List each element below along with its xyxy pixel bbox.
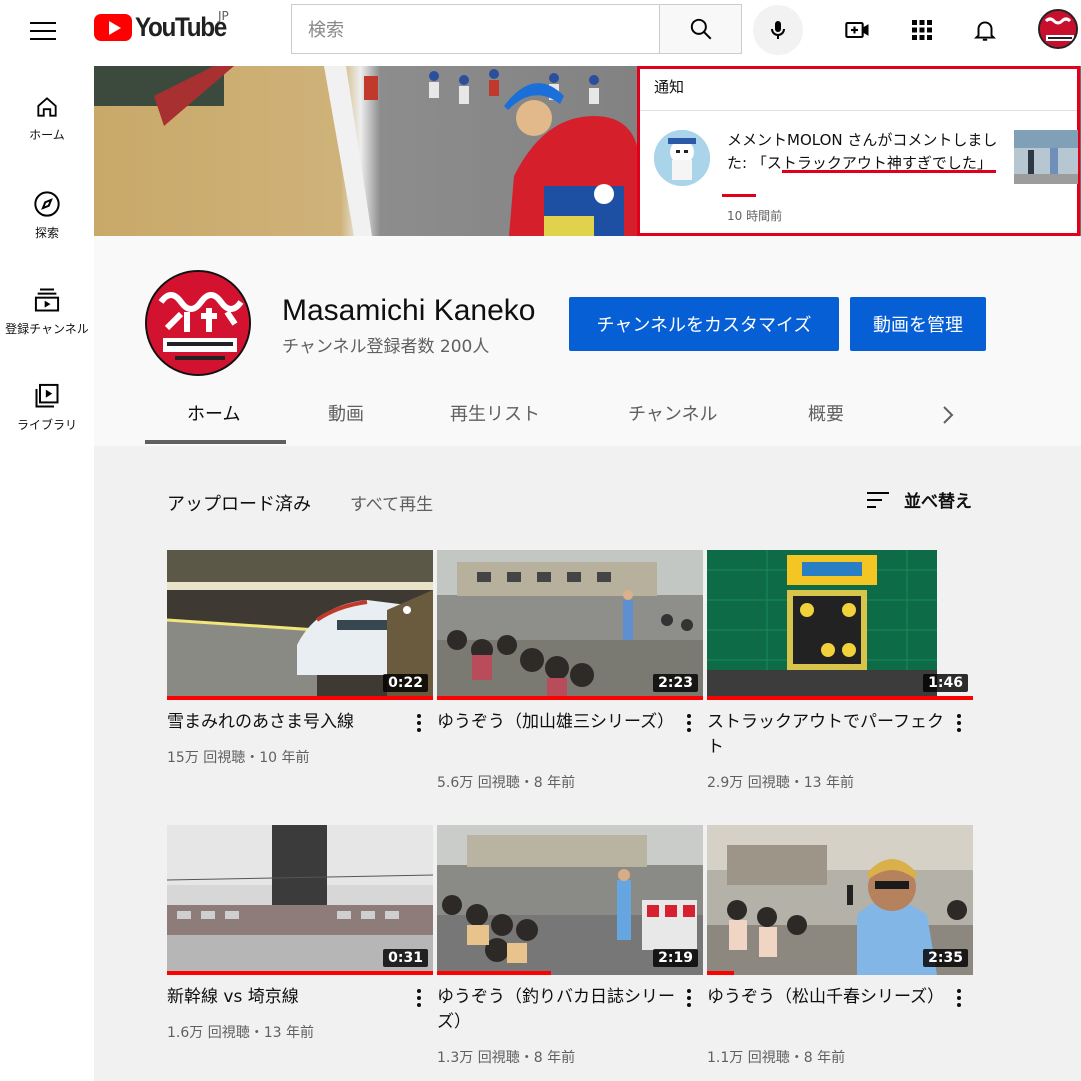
video-title[interactable]: 新幹線 vs 埼京線: [167, 985, 405, 1010]
watch-progress-bar: [167, 971, 433, 975]
top-bar: YouTube JP 検索: [0, 0, 1081, 66]
video-thumbnail[interactable]: 0:22: [167, 550, 433, 700]
search-button[interactable]: [659, 4, 742, 54]
sidebar: ホーム 探索 登録チャンネル ライブラリ: [0, 66, 94, 1081]
sidebar-item-label: ホーム: [29, 128, 65, 142]
video-thumbnail[interactable]: 2:35: [707, 825, 973, 975]
video-meta: 5.6万 回視聴・8 年前: [437, 775, 576, 791]
video-meta: 1.3万 回視聴・8 年前: [437, 1050, 576, 1066]
active-tab-indicator: [145, 440, 286, 444]
thumbnail-image: [1014, 130, 1078, 184]
logo-text: YouTube: [135, 12, 227, 42]
search-placeholder: 検索: [308, 20, 344, 41]
video-meta: 2.9万 回視聴・13 年前: [707, 775, 854, 791]
tab-videos[interactable]: 動画: [328, 400, 364, 426]
commenter-avatar[interactable]: [654, 130, 710, 186]
video-duration: 0:22: [383, 674, 428, 692]
watch-progress-bar: [437, 971, 552, 975]
notification-video-thumbnail[interactable]: [1014, 130, 1078, 184]
search-input[interactable]: 検索: [291, 4, 659, 54]
more-options-icon[interactable]: [681, 710, 697, 736]
search-icon: [690, 18, 711, 40]
apps-button[interactable]: [902, 10, 942, 50]
sort-button[interactable]: 並べ替え: [866, 487, 972, 512]
tab-playlists[interactable]: 再生リスト: [450, 400, 540, 426]
manage-videos-button[interactable]: 動画を管理: [850, 297, 986, 351]
sidebar-item-home[interactable]: ホーム: [0, 94, 94, 143]
sidebar-item-library[interactable]: ライブラリ: [0, 382, 94, 433]
channel-logo-icon: [147, 272, 249, 374]
notification-time: 10 時間前: [727, 209, 783, 223]
subscriptions-icon: [34, 288, 60, 312]
apps-grid-icon: [912, 20, 932, 40]
home-icon: [37, 97, 57, 117]
annotation-underline: [722, 194, 756, 197]
video-title[interactable]: ゆうぞう（松山千春シリーズ）: [707, 985, 945, 1010]
more-options-icon[interactable]: [951, 985, 967, 1011]
video-meta: 1.1万 回視聴・8 年前: [707, 1050, 846, 1066]
video-title[interactable]: ゆうぞう（釣りバカ日誌シリーズ）: [437, 985, 675, 1035]
notification-message[interactable]: メメントMOLON さんがコメントしました: 「ストラックアウト神すぎでした」: [727, 129, 1002, 175]
account-avatar[interactable]: [1038, 9, 1078, 49]
tab-about[interactable]: 概要: [808, 400, 844, 426]
watch-progress-bar: [167, 696, 433, 700]
youtube-logo[interactable]: YouTube: [94, 12, 236, 43]
more-options-icon[interactable]: [411, 985, 427, 1011]
video-title[interactable]: ストラックアウトでパーフェクト: [707, 710, 945, 760]
video-title[interactable]: ゆうぞう（加山雄三シリーズ）: [437, 710, 675, 735]
annotation-underline: [782, 170, 996, 173]
notification-panel-title: 通知: [654, 78, 685, 96]
sidebar-item-label: 探索: [34, 226, 59, 240]
video-thumbnail[interactable]: 2:23: [437, 550, 703, 700]
video-thumbnail[interactable]: 1:46: [707, 550, 973, 700]
create-video-button[interactable]: [838, 10, 878, 50]
divider: [640, 110, 1077, 111]
chevron-right-icon[interactable]: [940, 404, 956, 426]
library-icon: [35, 383, 59, 408]
tab-channels[interactable]: チャンネル: [628, 400, 717, 426]
video-meta: 1.6万 回視聴・13 年前: [167, 1025, 314, 1041]
video-thumbnail[interactable]: 2:19: [437, 825, 703, 975]
more-options-icon[interactable]: [681, 985, 697, 1011]
menu-icon[interactable]: [30, 14, 64, 48]
notifications-button[interactable]: [965, 10, 1005, 50]
sort-icon: [867, 491, 889, 508]
subscriber-count: チャンネル登録者数 200人: [282, 337, 490, 357]
play-all-link[interactable]: すべて再生: [350, 490, 433, 515]
compass-icon: [34, 191, 60, 217]
uploads-section-title: アップロード済み: [167, 494, 311, 515]
video-duration: 2:19: [653, 949, 698, 967]
bell-icon: [973, 21, 997, 41]
video-meta: 15万 回視聴・10 年前: [167, 750, 310, 766]
channel-avatar[interactable]: [145, 270, 251, 376]
create-video-icon: [845, 21, 869, 39]
sidebar-item-subscriptions[interactable]: 登録チャンネル: [0, 286, 94, 337]
region-label: JP: [218, 9, 229, 23]
more-options-icon[interactable]: [951, 710, 967, 736]
commenter-avatar-image: [654, 130, 710, 186]
video-thumbnail[interactable]: 0:31: [167, 825, 433, 975]
watch-progress-bar: [437, 696, 703, 700]
sidebar-item-label: 登録チャンネル: [5, 322, 89, 336]
video-title[interactable]: 雪まみれのあさま号入線: [167, 710, 405, 735]
video-duration: 1:46: [923, 674, 968, 692]
customize-channel-button[interactable]: チャンネルをカスタマイズ: [569, 297, 839, 351]
video-duration: 2:35: [923, 949, 968, 967]
sidebar-item-explore[interactable]: 探索: [0, 190, 94, 241]
more-options-icon[interactable]: [411, 710, 427, 736]
sidebar-item-label: ライブラリ: [16, 418, 77, 432]
microphone-icon: [771, 21, 785, 39]
voice-search-button[interactable]: [753, 5, 803, 55]
account-logo-icon: [1040, 11, 1076, 47]
youtube-play-icon: [94, 14, 132, 41]
watch-progress-bar: [707, 696, 973, 700]
notification-panel: 通知 メメントMOLON さんがコメントしました: 「ストラックアウト神すぎでし…: [637, 66, 1080, 236]
channel-name: Masamichi Kaneko: [282, 294, 536, 327]
video-duration: 0:31: [383, 949, 428, 967]
watch-progress-bar: [707, 971, 734, 975]
video-duration: 2:23: [653, 674, 698, 692]
sort-label: 並べ替え: [904, 492, 972, 512]
tab-home[interactable]: ホーム: [187, 400, 240, 426]
